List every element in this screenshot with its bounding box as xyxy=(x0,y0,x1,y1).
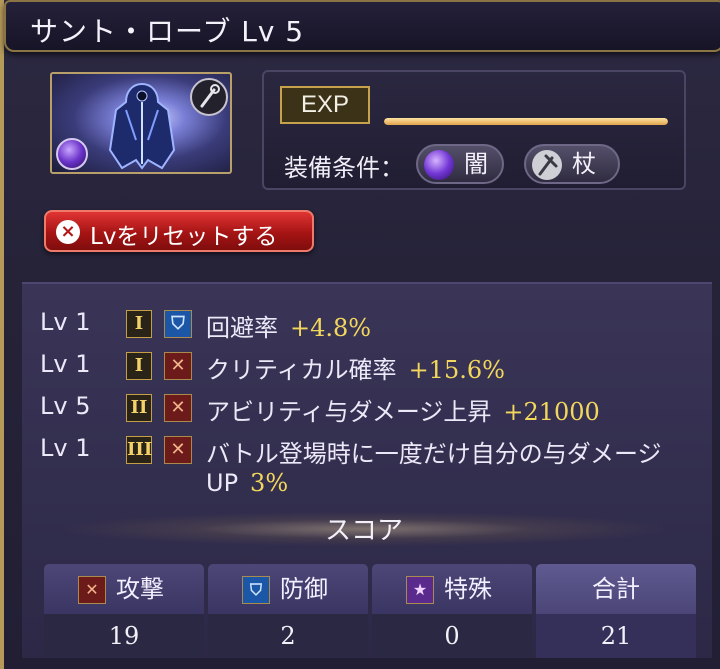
tier-badge: I xyxy=(126,310,152,338)
score-title: スコア xyxy=(324,516,403,546)
exp-progress-fill xyxy=(384,118,668,125)
score-label: 合計 xyxy=(592,575,640,603)
dark-element-icon xyxy=(56,138,88,170)
attack-type-icon: ✕ xyxy=(164,436,192,464)
score-header: ⛉ 防御 xyxy=(208,564,368,614)
score-special: ★ 特殊 0 xyxy=(372,564,532,658)
exp-progress-bar xyxy=(384,118,668,125)
equip-element-text: 闇 xyxy=(464,150,488,178)
defense-type-icon: ⛉ xyxy=(164,310,192,338)
score-label: 特殊 xyxy=(444,575,492,603)
attack-type-icon: ✕ xyxy=(164,394,192,422)
tier-badge: II xyxy=(126,394,152,422)
staff-icon xyxy=(190,78,228,116)
equip-weapon-text: 杖 xyxy=(572,150,596,178)
equipment-detail-window: サント・ローブ Lv 5 EXP 装備条件： 闇 杖 × Lvをリセットする L… xyxy=(0,0,720,669)
ability-level: Lv 1 xyxy=(40,308,91,336)
ability-name: 回避率 +4.8% xyxy=(206,314,372,342)
score-header: ★ 特殊 xyxy=(372,564,532,614)
score-label: 防御 xyxy=(280,575,328,603)
ability-name: バトル登場時に一度だけ自分の与ダメージ UP 3% xyxy=(206,440,662,497)
score-value: 0 xyxy=(372,614,532,658)
tier-badge: I xyxy=(126,352,152,380)
score-value: 2 xyxy=(208,614,368,658)
ability-value: 3% xyxy=(250,469,289,497)
ability-level: Lv 5 xyxy=(40,392,91,420)
score-label: 攻撃 xyxy=(116,575,164,603)
ability-name: クリティカル確率 +15.6% xyxy=(206,356,505,384)
equip-weapon-pill: 杖 xyxy=(524,144,620,184)
attack-icon: ✕ xyxy=(78,576,106,604)
score-header: 合計 xyxy=(536,564,696,614)
exp-panel: EXP 装備条件： 闇 杖 xyxy=(262,70,686,190)
score-header: ✕ 攻撃 xyxy=(44,564,204,614)
ability-value: +21000 xyxy=(503,398,600,426)
score-defense: ⛉ 防御 2 xyxy=(208,564,368,658)
ability-name: アビリティ与ダメージ上昇 +21000 xyxy=(206,398,600,426)
item-image[interactable] xyxy=(50,72,232,174)
score-table: ✕ 攻撃 19 ⛉ 防御 2 ★ 特殊 0 合計 21 xyxy=(44,564,696,658)
staff-weapon-icon xyxy=(532,150,562,180)
reset-level-button[interactable]: × Lvをリセットする xyxy=(44,210,314,252)
attack-type-icon: ✕ xyxy=(164,352,192,380)
ability-level: Lv 1 xyxy=(40,350,91,378)
score-attack: ✕ 攻撃 19 xyxy=(44,564,204,658)
ability-value: +4.8% xyxy=(290,314,372,342)
equip-condition-label: 装備条件： xyxy=(284,154,404,182)
ability-level: Lv 1 xyxy=(40,434,91,462)
title-bar: サント・ローブ Lv 5 xyxy=(4,0,720,52)
close-icon: × xyxy=(56,220,80,244)
defense-icon: ⛉ xyxy=(242,576,270,604)
exp-label: EXP xyxy=(280,86,370,124)
special-icon: ★ xyxy=(406,576,434,604)
dark-element-icon xyxy=(424,150,454,180)
ability-value: +15.6% xyxy=(408,356,505,384)
score-total: 合計 21 xyxy=(536,564,696,658)
robe-icon xyxy=(108,82,176,170)
equip-element-pill: 闇 xyxy=(416,144,504,184)
score-value: 19 xyxy=(44,614,204,658)
score-value: 21 xyxy=(536,614,696,658)
tier-badge: III xyxy=(126,436,152,464)
item-title: サント・ローブ Lv 5 xyxy=(30,15,305,48)
reset-level-label: Lvをリセットする xyxy=(90,224,278,250)
